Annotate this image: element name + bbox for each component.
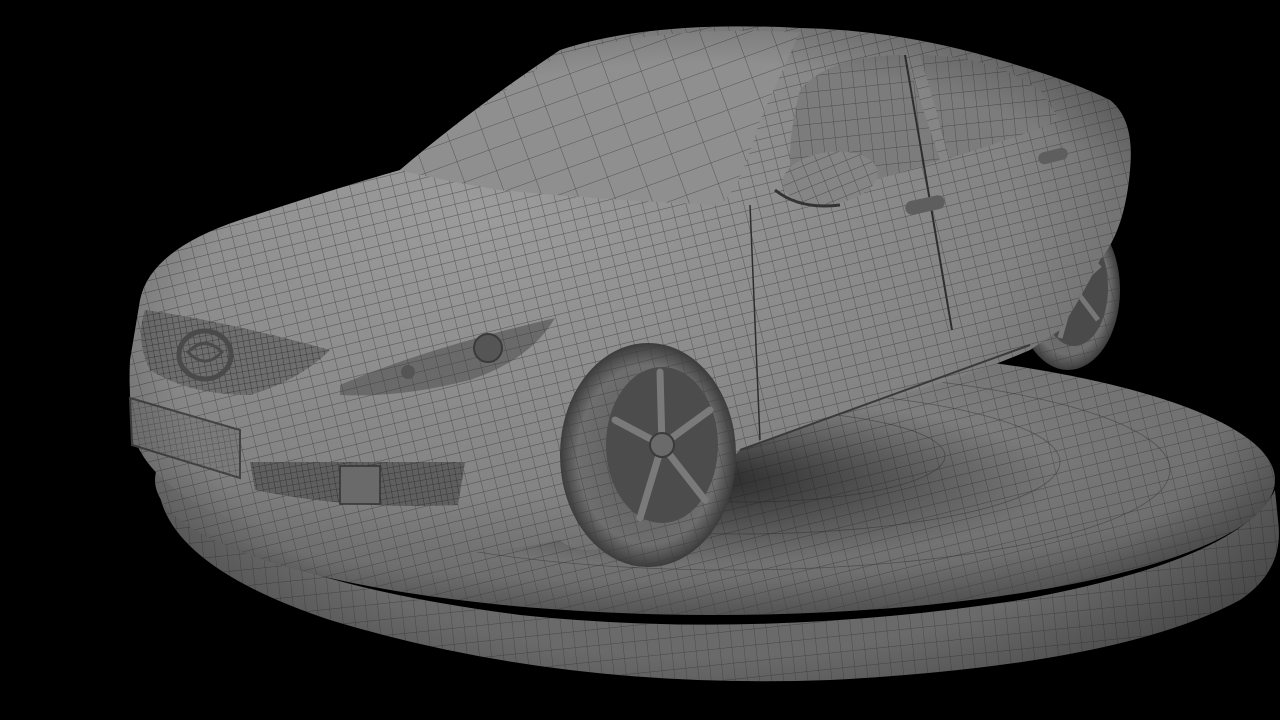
- wireframe-render-viewport: [0, 0, 1280, 720]
- vignette: [0, 0, 1280, 720]
